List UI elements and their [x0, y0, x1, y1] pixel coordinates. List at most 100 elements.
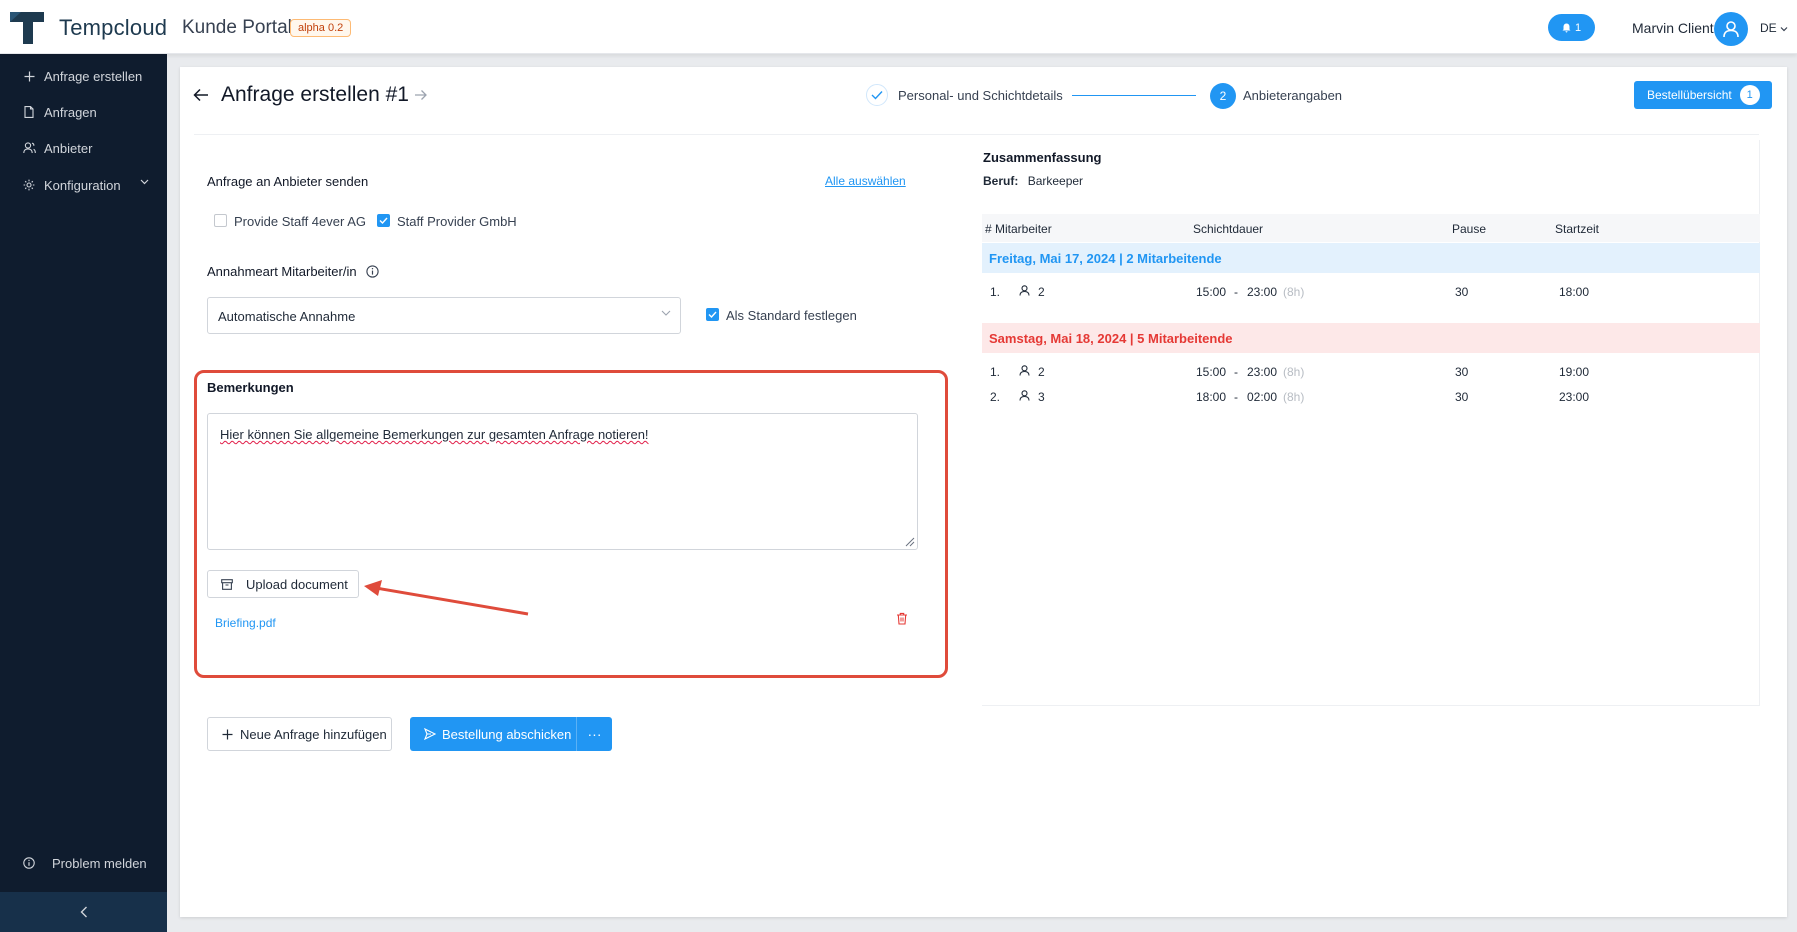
- shift-end: 23:00: [1247, 365, 1278, 379]
- summary-table-header: # Mitarbeiter Schichtdauer Pause Startze…: [982, 214, 1760, 242]
- archive-icon: [221, 578, 233, 590]
- step-2-indicator: 2: [1210, 83, 1236, 109]
- order-overview-label: Bestellübersicht: [1647, 88, 1732, 102]
- row-index: 2.: [990, 390, 1001, 404]
- sidebar-item-label: Konfiguration: [44, 177, 121, 193]
- sidebar-item-configuration[interactable]: Konfiguration: [0, 169, 167, 201]
- check-icon: [708, 311, 717, 318]
- day-header: Samstag, Mai 18, 2024 | 5 Mitarbeitende: [982, 323, 1760, 353]
- chevron-down-icon: [661, 310, 671, 316]
- add-request-button[interactable]: Neue Anfrage hinzufügen: [207, 717, 392, 751]
- table-row: 2. 3 18:00 - 02:00 (8h) 30 23:00: [990, 390, 1590, 404]
- job-label: Beruf:: [983, 174, 1019, 188]
- column-header: # Mitarbeiter: [985, 222, 1052, 236]
- sidebar-item-create-request[interactable]: Anfrage erstellen: [0, 60, 167, 92]
- start-time: 19:00: [1559, 365, 1590, 379]
- default-label: Als Standard festlegen: [726, 308, 857, 323]
- provider-checkbox-2[interactable]: [377, 214, 390, 227]
- providers-label: Anfrage an Anbieter senden: [207, 174, 369, 189]
- sidebar-item-report-problem[interactable]: Problem melden: [0, 847, 167, 879]
- resize-handle-icon[interactable]: [903, 535, 915, 547]
- sidebar-item-providers[interactable]: Anbieter: [0, 132, 167, 164]
- step-connector: [1072, 95, 1196, 96]
- info-icon[interactable]: [366, 265, 379, 278]
- start-time: 18:00: [1559, 285, 1590, 299]
- provider-checkbox-1[interactable]: [214, 214, 227, 227]
- row-index: 1.: [990, 285, 1001, 299]
- more-options-button[interactable]: ···: [576, 717, 612, 751]
- send-icon: [424, 728, 436, 740]
- user-name[interactable]: Marvin Client: [1632, 20, 1714, 36]
- avatar[interactable]: [1714, 12, 1748, 46]
- notification-count: 1: [1574, 21, 1582, 34]
- sidebar-item-label: Anbieter: [44, 140, 93, 156]
- provider-label-2: Staff Provider GmbH: [397, 214, 517, 229]
- sidebar-item-label: Anfragen: [44, 104, 97, 120]
- order-overview-button[interactable]: Bestellübersicht 1: [1634, 81, 1772, 109]
- check-icon: [379, 217, 388, 224]
- step-2-label[interactable]: Anbieterangaben: [1243, 88, 1342, 103]
- order-count-badge: 1: [1739, 85, 1760, 105]
- acceptance-label: Annahmeart Mitarbeiter/in: [207, 264, 357, 279]
- summary-title: Zusammenfassung: [983, 150, 1102, 165]
- arrow-right-icon[interactable]: [414, 89, 428, 101]
- notifications-button[interactable]: 1: [1548, 14, 1595, 41]
- shift-start: 18:00: [1196, 390, 1227, 404]
- pause-value: 30: [1455, 365, 1469, 379]
- arrow-left-icon[interactable]: [193, 88, 209, 102]
- sidebar-collapse-button[interactable]: [0, 892, 167, 932]
- portal-name: Kunde Portal: [182, 17, 292, 38]
- acceptance-select[interactable]: Automatische Annahme: [207, 297, 681, 334]
- check-icon: [871, 91, 883, 100]
- trash-icon[interactable]: [896, 612, 908, 625]
- shift-start: 15:00: [1196, 365, 1227, 379]
- bell-icon: [1562, 23, 1571, 32]
- shift-start: 15:00: [1196, 285, 1227, 299]
- user-icon: [1019, 390, 1030, 404]
- table-row: 1. 2 15:00 - 23:00 (8h) 30 19:00: [990, 365, 1590, 379]
- header-divider: [194, 134, 1759, 135]
- chevron-left-icon: [80, 906, 87, 918]
- sidebar: Anfrage erstellen Anfragen Anbieter Konf…: [0, 54, 167, 932]
- tempcloud-logo[interactable]: [8, 10, 46, 46]
- document-icon: [24, 106, 34, 118]
- column-header: Pause: [1452, 222, 1487, 236]
- shift-end: 23:00: [1247, 285, 1278, 299]
- step-1-label[interactable]: Personal- und Schichtdetails: [898, 88, 1063, 103]
- users-icon: [22, 142, 36, 154]
- chevron-down-icon: [1780, 27, 1788, 32]
- plus-icon: [222, 729, 233, 739]
- select-all-link[interactable]: Alle auswählen: [825, 174, 906, 188]
- summary-job: Beruf: Barkeeper: [983, 174, 1083, 188]
- job-value: Barkeeper: [1027, 174, 1084, 188]
- day-header: Freitag, Mai 17, 2024 | 2 Mitarbeitende: [982, 243, 1760, 273]
- user-icon: [1019, 365, 1030, 379]
- top-bar: Tempcloud Kunde Portal alpha 0.2 1 Marvi…: [0, 0, 1797, 54]
- remarks-label: Bemerkungen: [207, 380, 294, 395]
- version-badge: alpha 0.2: [290, 19, 352, 37]
- shift-duration: (8h): [1283, 285, 1305, 299]
- step-1-indicator: [866, 84, 888, 106]
- gear-icon: [23, 179, 35, 191]
- plus-icon: [24, 71, 34, 81]
- employee-count: 2: [1038, 365, 1045, 379]
- pause-value: 30: [1455, 285, 1469, 299]
- employee-count: 3: [1038, 390, 1045, 404]
- default-checkbox[interactable]: [706, 308, 719, 321]
- uploaded-file-link[interactable]: Briefing.pdf: [215, 616, 276, 630]
- add-request-label: Neue Anfrage hinzufügen: [240, 726, 387, 742]
- sidebar-item-requests[interactable]: Anfragen: [0, 96, 167, 128]
- upload-document-button[interactable]: Upload document: [207, 570, 359, 598]
- page-title: Anfrage erstellen #1: [221, 83, 409, 106]
- remarks-textarea[interactable]: Hier können Sie allgemeine Bemerkungen z…: [207, 413, 918, 550]
- language-selector[interactable]: DE: [1760, 21, 1788, 35]
- remarks-text: Hier können Sie allgemeine Bemerkungen z…: [220, 427, 649, 442]
- user-icon: [1723, 21, 1739, 38]
- language-label: DE: [1760, 21, 1777, 35]
- submit-order-button[interactable]: Bestellung abschicken: [410, 717, 576, 751]
- shift-duration: (8h): [1283, 365, 1305, 379]
- provider-label-1: Provide Staff 4ever AG: [234, 214, 366, 229]
- upload-document-label: Upload document: [246, 576, 348, 592]
- column-header: Schichtdauer: [1193, 222, 1264, 236]
- shift-end: 02:00: [1247, 390, 1278, 404]
